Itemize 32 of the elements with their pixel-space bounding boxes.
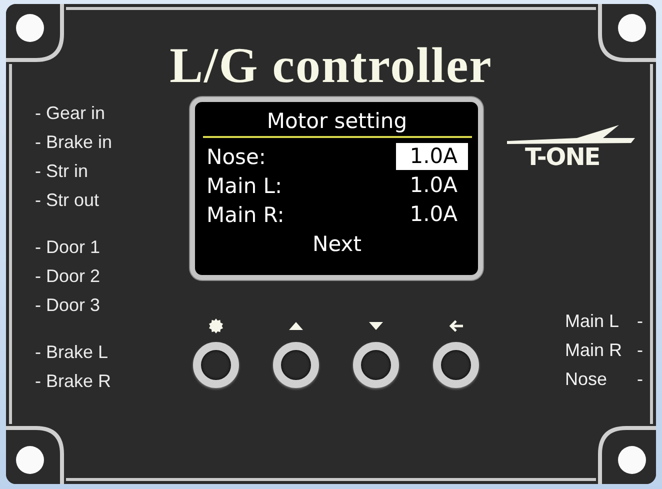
output-label: Main R: [565, 339, 622, 362]
push-button[interactable]: [353, 342, 399, 388]
display-title: Motor setting: [266, 108, 408, 134]
push-button[interactable]: [433, 342, 479, 388]
output-dash: -: [637, 339, 643, 362]
input-label: - Brake L: [35, 341, 108, 364]
setting-label: Main R:: [206, 202, 284, 226]
panel-title: L/G controller: [168, 37, 494, 93]
output-label: Main L: [565, 310, 620, 333]
next-option[interactable]: Next: [206, 229, 468, 259]
input-label: - Str out: [35, 189, 100, 212]
input-label: - Brake R: [35, 370, 112, 393]
left-arrow-icon: [448, 318, 464, 334]
input-label: - Door 3: [35, 294, 100, 317]
setting-label: Nose:: [206, 144, 266, 168]
setting-value[interactable]: 1.0A: [396, 143, 468, 170]
setting-value[interactable]: 1.0A: [396, 172, 468, 199]
setting-value[interactable]: 1.0A: [396, 201, 468, 228]
input-label: - Str in: [35, 160, 88, 183]
gear-icon: [208, 318, 224, 334]
wing-stripes-icon: [507, 125, 637, 145]
output-dash: -: [637, 368, 643, 391]
input-label: - Gear in: [35, 102, 106, 125]
push-button[interactable]: [193, 342, 239, 388]
input-label: - Door 2: [35, 265, 100, 288]
input-label: - Door 1: [35, 236, 100, 259]
output-dash: -: [637, 310, 643, 333]
push-button[interactable]: [273, 342, 319, 388]
input-label: - Brake in: [35, 131, 112, 154]
brand-logo: T-ONE: [525, 145, 600, 169]
output-label: Nose: [565, 368, 608, 391]
setting-label: Main L:: [206, 174, 282, 198]
